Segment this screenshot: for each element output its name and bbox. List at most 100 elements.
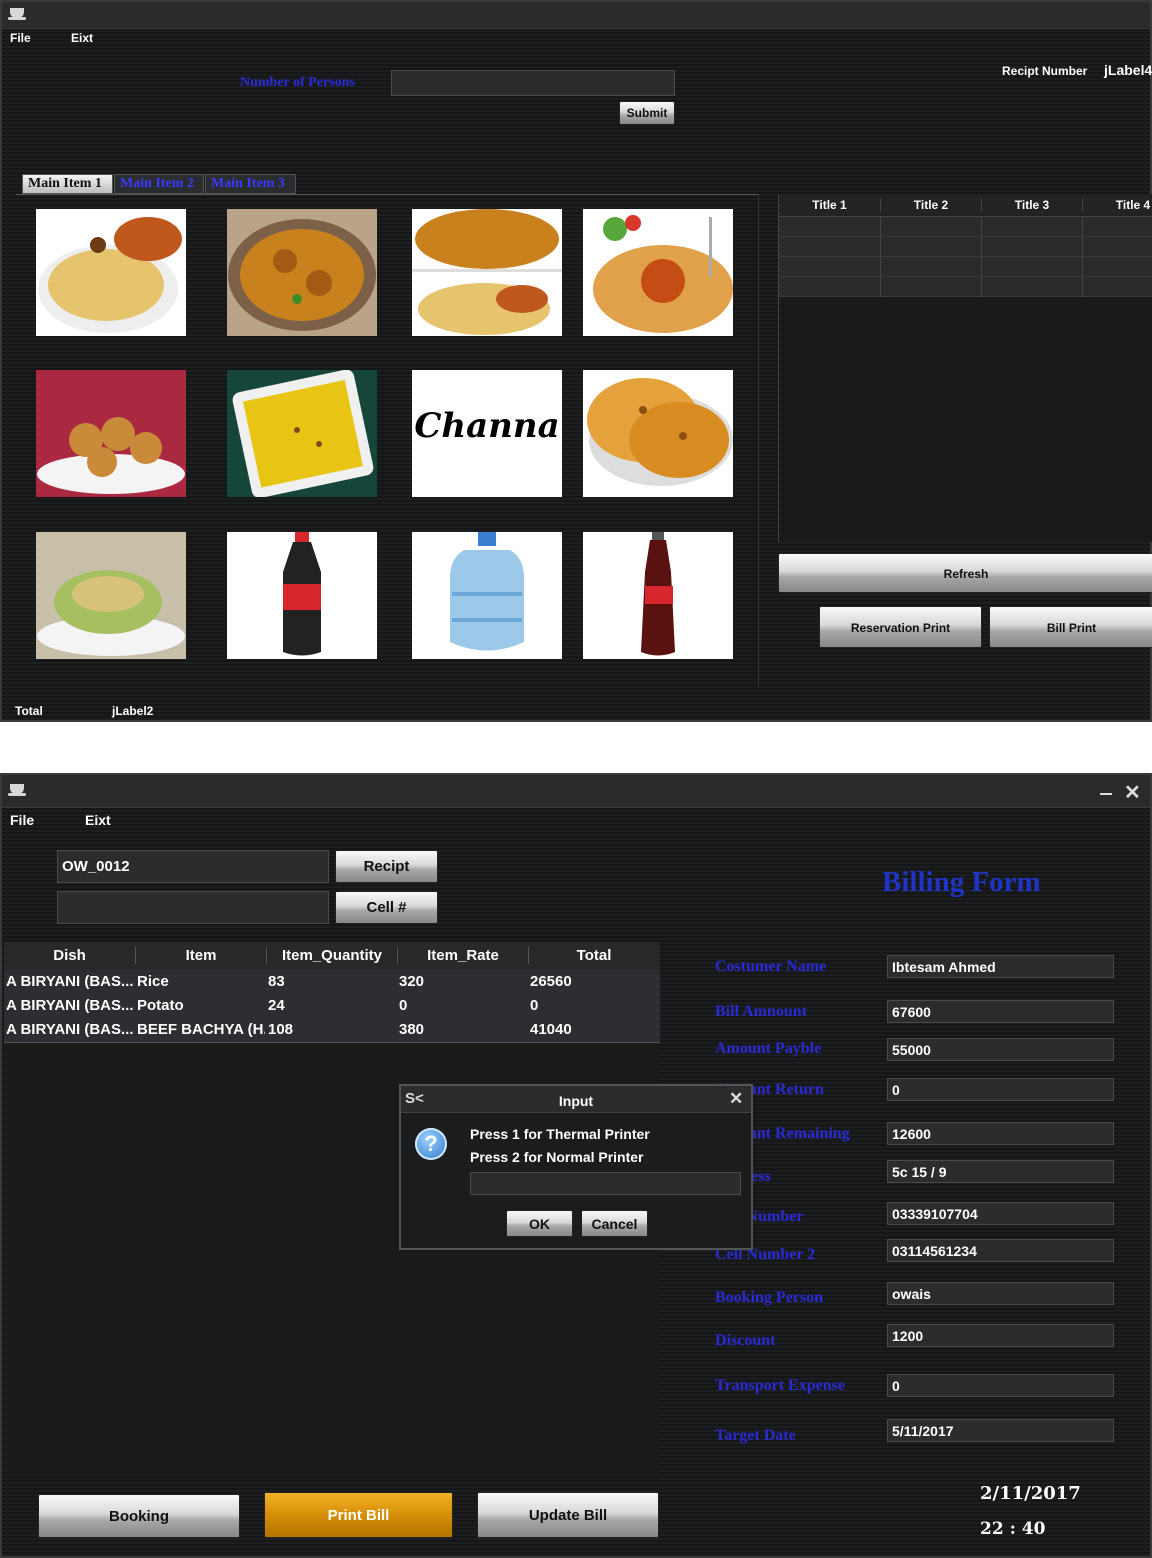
transport-expense-label: Transport Expense bbox=[715, 1377, 845, 1394]
food-tile-water-bottle[interactable] bbox=[412, 532, 562, 659]
amount-payable-field[interactable]: 55000 bbox=[887, 1038, 1114, 1061]
column-divider bbox=[880, 217, 881, 297]
column-header-title-1[interactable]: Title 1 bbox=[779, 198, 881, 212]
booking-button[interactable]: Booking bbox=[38, 1494, 240, 1538]
food-tile-chicken-karahi[interactable] bbox=[227, 209, 377, 336]
transport-expense-field[interactable]: 0 bbox=[887, 1374, 1114, 1397]
persons-input[interactable] bbox=[391, 70, 675, 96]
biryani-chicken-image bbox=[38, 217, 182, 333]
column-header-item-rate[interactable]: Item_Rate bbox=[398, 947, 529, 964]
table-row[interactable] bbox=[779, 217, 1152, 237]
table-row[interactable] bbox=[779, 237, 1152, 257]
dialog-line-2: Press 2 for Normal Printer bbox=[470, 1149, 644, 1165]
cell-dish: A BIRYANI (BAS... bbox=[6, 997, 134, 1014]
cola-glass-bottle-icon bbox=[641, 532, 675, 656]
customer-name-field[interactable]: Ibtesam Ahmed bbox=[887, 955, 1114, 978]
booking-person-label: Booking Person bbox=[715, 1289, 824, 1306]
target-date-field[interactable]: 5/11/2017 bbox=[887, 1419, 1114, 1442]
title-bar: ✕ bbox=[2, 775, 1150, 808]
time-display: 22 : 40 bbox=[980, 1519, 1046, 1539]
table-row[interactable] bbox=[779, 257, 1152, 277]
pulao-image bbox=[593, 215, 733, 333]
receipt-input[interactable] bbox=[57, 850, 329, 883]
update-bill-button[interactable]: Update Bill bbox=[477, 1492, 659, 1538]
customer-name-label: Costumer Name bbox=[715, 958, 827, 975]
menu-exit[interactable]: Eixt bbox=[85, 812, 111, 828]
food-tile-biryani-chicken[interactable] bbox=[36, 209, 186, 336]
submit-button[interactable]: Submit bbox=[619, 101, 675, 125]
receipt-number-label: Recipt Number bbox=[1002, 64, 1088, 78]
water-bottle-icon bbox=[450, 532, 524, 651]
tab-main-item-3[interactable]: Main Item 3 bbox=[205, 174, 296, 194]
coffee-cup-icon bbox=[8, 8, 26, 20]
cell-rate: 0 bbox=[399, 997, 408, 1014]
amount-remaining-field[interactable]: 12600 bbox=[887, 1122, 1114, 1145]
cell-button[interactable]: Cell # bbox=[335, 891, 438, 924]
amount-payable-label: Amount Payble bbox=[715, 1040, 822, 1057]
billing-form-title: Billing Form bbox=[882, 866, 1041, 898]
dialog-input[interactable] bbox=[470, 1172, 741, 1195]
food-tile-chicken-pulao[interactable] bbox=[583, 209, 733, 336]
cell-number-2-field[interactable]: 03114561234 bbox=[887, 1239, 1114, 1262]
tab-main-item-1[interactable]: Main Item 1 bbox=[22, 174, 113, 194]
question-icon: ? bbox=[415, 1128, 447, 1160]
close-icon[interactable]: ✕ bbox=[1124, 780, 1141, 805]
discount-label: Discount bbox=[715, 1332, 776, 1349]
cell-quantity: 108 bbox=[268, 1021, 294, 1038]
cancel-button[interactable]: Cancel bbox=[581, 1210, 648, 1237]
column-header-title-4[interactable]: Title 4 bbox=[1083, 198, 1152, 212]
cell-input[interactable] bbox=[57, 891, 329, 924]
column-header-item[interactable]: Item bbox=[136, 947, 267, 964]
menu-file[interactable]: File bbox=[10, 31, 31, 45]
total-label: Total bbox=[15, 704, 43, 718]
food-tile-egg-dish[interactable] bbox=[36, 370, 186, 497]
food-tile-karahi-biryani-combo[interactable] bbox=[412, 209, 562, 336]
naan-image bbox=[587, 378, 733, 486]
menu-exit[interactable]: Eixt bbox=[71, 31, 93, 45]
main-order-window: File Eixt Number of Persons Submit Recip… bbox=[0, 0, 1152, 722]
column-header-item-quantity[interactable]: Item_Quantity bbox=[267, 947, 398, 964]
food-tile-salad[interactable] bbox=[36, 532, 186, 659]
bill-print-button[interactable]: Bill Print bbox=[989, 606, 1152, 648]
food-tile-coca-cola-glass-bottle[interactable] bbox=[583, 532, 733, 659]
cell-number-field[interactable]: 03339107704 bbox=[887, 1202, 1114, 1225]
combo-image bbox=[412, 209, 562, 335]
booking-person-field[interactable]: owais bbox=[887, 1282, 1114, 1305]
cell-rate: 320 bbox=[399, 973, 425, 990]
egg-dish-image bbox=[37, 417, 185, 494]
menu-file[interactable]: File bbox=[10, 812, 34, 828]
column-header-total[interactable]: Total bbox=[529, 947, 659, 964]
title-bar bbox=[2, 2, 1150, 29]
table-row[interactable] bbox=[779, 277, 1152, 297]
cell-item: Rice bbox=[137, 973, 169, 990]
tab-main-item-2[interactable]: Main Item 2 bbox=[114, 174, 204, 194]
refresh-button[interactable]: Refresh bbox=[778, 553, 1152, 593]
column-divider bbox=[981, 217, 982, 297]
cell-item: Potato bbox=[137, 997, 184, 1014]
minimize-icon[interactable] bbox=[1100, 793, 1112, 795]
print-bill-button[interactable]: Print Bill bbox=[264, 1492, 453, 1538]
input-dialog: S< Input ✕ ? Press 1 for Thermal Printer… bbox=[399, 1084, 753, 1250]
bill-amount-field[interactable]: 67600 bbox=[887, 1000, 1114, 1023]
dialog-close-icon[interactable]: ✕ bbox=[729, 1089, 743, 1109]
food-tile-coca-cola-bottle[interactable] bbox=[227, 532, 377, 659]
discount-field[interactable]: 1200 bbox=[887, 1324, 1114, 1347]
cell-dish: A BIRYANI (BAS... bbox=[6, 1021, 134, 1038]
column-header-title-3[interactable]: Title 3 bbox=[982, 198, 1083, 212]
ok-button[interactable]: OK bbox=[506, 1210, 573, 1237]
bill-amount-label: Bill Amnount bbox=[715, 1003, 808, 1020]
reservation-print-button[interactable]: Reservation Print bbox=[819, 606, 982, 648]
food-tile-zarda-rice[interactable] bbox=[227, 370, 377, 497]
date-display: 2/11/2017 bbox=[980, 1483, 1081, 1504]
receipt-button[interactable]: Recipt bbox=[335, 850, 438, 883]
total-value: jLabel2 bbox=[112, 704, 154, 718]
address-field[interactable]: 5c 15 / 9 bbox=[887, 1160, 1114, 1183]
karahi-image bbox=[228, 219, 376, 331]
food-tile-channa[interactable]: Channa bbox=[412, 370, 562, 497]
food-tile-naan[interactable] bbox=[583, 370, 733, 497]
dialog-line-1: Press 1 for Thermal Printer bbox=[470, 1126, 650, 1142]
column-header-title-2[interactable]: Title 2 bbox=[881, 198, 982, 212]
amount-return-field[interactable]: 0 bbox=[887, 1078, 1114, 1101]
column-header-dish[interactable]: Dish bbox=[4, 947, 136, 964]
order-table: Title 1 Title 2 Title 3 Title 4 bbox=[778, 194, 1152, 542]
